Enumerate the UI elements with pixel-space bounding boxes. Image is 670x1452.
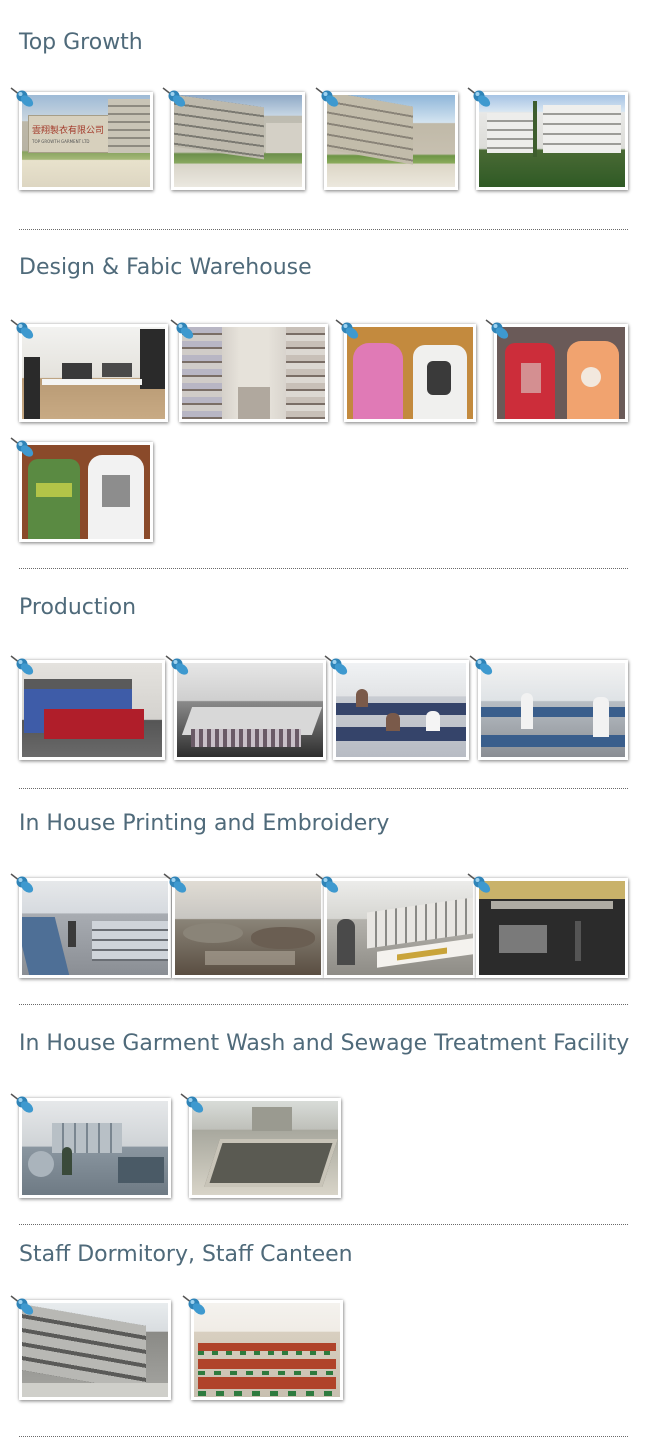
pushpin-icon	[466, 650, 496, 680]
photo-fabric-warehouse[interactable]	[170, 319, 328, 422]
photo-image	[336, 663, 466, 757]
photo-image	[347, 327, 473, 419]
section-divider	[19, 568, 628, 569]
photo-image	[182, 327, 325, 419]
photo-image	[479, 881, 625, 975]
pushpin-icon	[7, 868, 37, 898]
pushpin-icon	[7, 1088, 37, 1118]
photo-sewage-treatment[interactable]	[180, 1093, 341, 1198]
photo-production-sewing-line-2[interactable]	[469, 655, 628, 760]
photo-image	[177, 663, 323, 757]
photo-image: 雲翔製衣有限公司 TOP GROWTH GARMENT LTD	[22, 95, 150, 187]
photo-staff-dormitory[interactable]	[10, 1295, 171, 1400]
photo-samples-green-tee-jacket[interactable]	[10, 437, 153, 542]
section-title-garment-wash-sewage: In House Garment Wash and Sewage Treatme…	[19, 1031, 630, 1056]
section-divider	[19, 1004, 628, 1005]
photo-image	[175, 881, 321, 975]
pushpin-icon	[7, 650, 37, 680]
pushpin-icon	[7, 82, 37, 112]
section-divider	[19, 1436, 628, 1437]
photo-image	[481, 663, 625, 757]
section-title-printing-embroidery: In House Printing and Embroidery	[19, 811, 390, 836]
photo-production-cutting-table[interactable]	[165, 655, 326, 760]
section-divider	[19, 229, 628, 230]
photo-staff-canteen[interactable]	[182, 1295, 343, 1400]
section-divider	[19, 788, 628, 789]
photo-production-sewing-line-1[interactable]	[324, 655, 469, 760]
photo-image	[174, 95, 302, 187]
entrance-sign-text: 雲翔製衣有限公司	[32, 126, 104, 136]
photo-image	[327, 95, 455, 187]
photo-image	[479, 95, 625, 187]
pushpin-icon	[482, 314, 512, 344]
photo-factory-building-road[interactable]	[315, 87, 458, 190]
photo-printing-floor[interactable]	[10, 873, 171, 978]
photo-image	[22, 663, 162, 757]
photo-samples-hoodie-tee[interactable]	[335, 319, 476, 422]
pushpin-icon	[312, 82, 342, 112]
photo-production-cutting-machine[interactable]	[10, 655, 165, 760]
photo-image	[327, 881, 473, 975]
photo-image	[194, 1303, 340, 1397]
pushpin-icon	[464, 82, 494, 112]
photo-design-office[interactable]	[10, 319, 168, 422]
pushpin-icon	[177, 1088, 207, 1118]
pushpin-icon	[464, 868, 494, 898]
section-title-staff-dormitory-canteen: Staff Dormitory, Staff Canteen	[19, 1242, 353, 1267]
photo-factory-building-side[interactable]	[162, 87, 305, 190]
entrance-sign-subtext: TOP GROWTH GARMENT LTD	[32, 139, 90, 144]
photo-samples-red-tee-jacket[interactable]	[485, 319, 628, 422]
photo-factory-entrance-sign[interactable]: 雲翔製衣有限公司 TOP GROWTH GARMENT LTD	[10, 87, 153, 190]
photo-image	[22, 1101, 168, 1195]
section-divider	[19, 1224, 628, 1225]
section-title-top-growth: Top Growth	[19, 30, 143, 55]
pushpin-icon	[160, 868, 190, 898]
section-title-production: Production	[19, 595, 137, 620]
photo-image	[22, 881, 168, 975]
pushpin-icon	[321, 650, 351, 680]
photo-printing-carousel[interactable]	[163, 873, 324, 978]
photo-image	[497, 327, 625, 419]
pushpin-icon	[179, 1290, 209, 1320]
pushpin-icon	[7, 432, 37, 462]
pushpin-icon	[162, 650, 192, 680]
photo-image	[192, 1101, 338, 1195]
section-title-design-fabric-warehouse: Design & Fabic Warehouse	[19, 255, 312, 280]
pushpin-icon	[332, 314, 362, 344]
pushpin-icon	[312, 868, 342, 898]
pushpin-icon	[7, 1290, 37, 1320]
photo-embroidery-machines[interactable]	[315, 873, 476, 978]
photo-garment-wash[interactable]	[10, 1093, 171, 1198]
pushpin-icon	[167, 314, 197, 344]
photo-factory-building-front[interactable]	[467, 87, 628, 190]
photo-image	[22, 327, 165, 419]
pushpin-icon	[7, 314, 37, 344]
photo-image	[22, 1303, 168, 1397]
photo-embroidery-laser-table[interactable]	[467, 873, 628, 978]
pushpin-icon	[159, 82, 189, 112]
photo-image	[22, 445, 150, 539]
